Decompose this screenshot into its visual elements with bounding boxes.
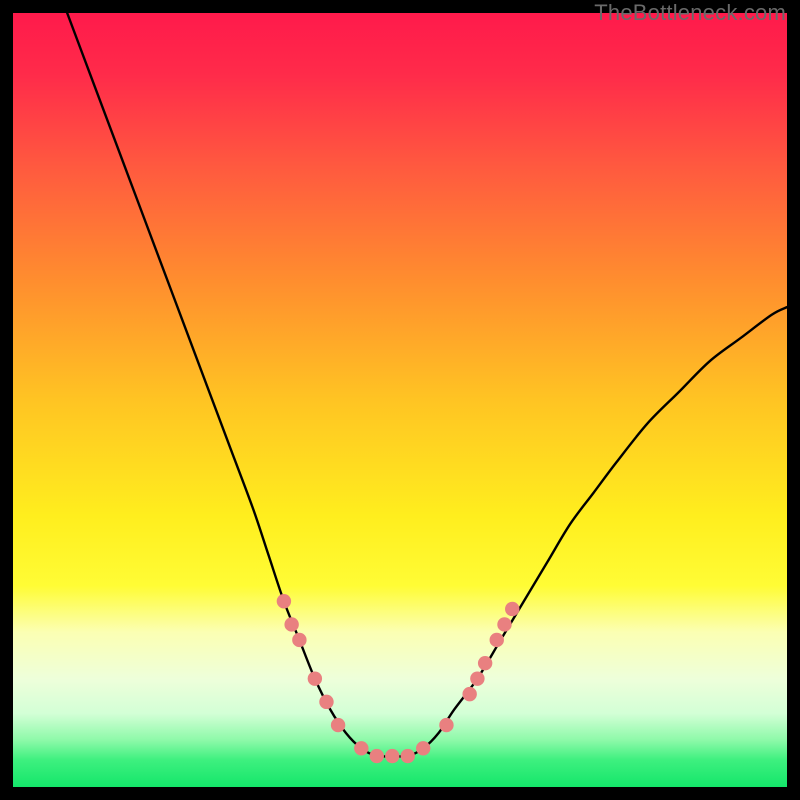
background-gradient — [13, 13, 787, 787]
watermark-text: TheBottleneck.com — [594, 0, 786, 26]
plot-area — [13, 13, 787, 787]
chart-stage: TheBottleneck.com — [0, 0, 800, 800]
